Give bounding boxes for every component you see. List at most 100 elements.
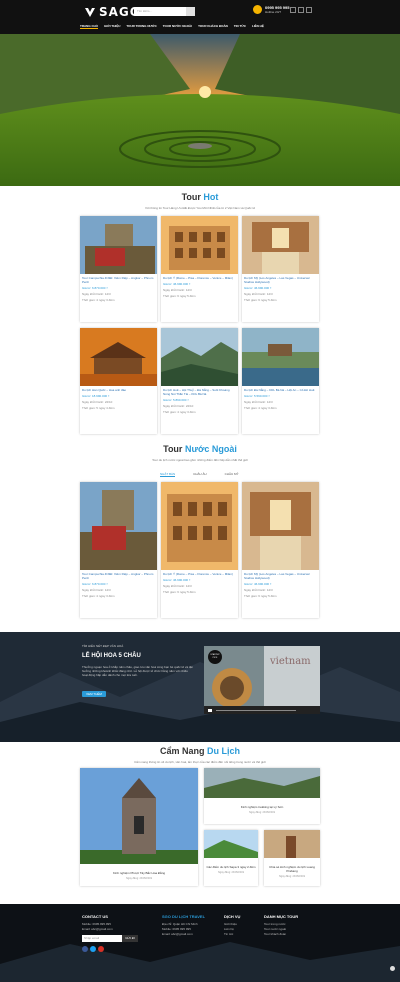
- tour-card[interactable]: Du lịch Huế – Hội Thuỷ – Đà Nẵng – Suối …: [161, 328, 238, 434]
- footer-category: DANH MỤC TOUR Tour trong nước Tour nước …: [264, 914, 298, 937]
- logo[interactable]: SAGO: [84, 5, 141, 19]
- footer-service-link[interactable]: Tin tức: [224, 932, 240, 937]
- newsletter-email-input[interactable]: Nhập email GỬI ĐI: [82, 935, 138, 942]
- tab-europe[interactable]: CHÂU ÂU: [193, 472, 207, 477]
- scroll-top-icon[interactable]: [390, 966, 395, 971]
- tour-duration: Thời gian: 6 ngày 5 đêm: [244, 298, 277, 302]
- tour-name[interactable]: Du lịch Huế – Hội Thuỷ – Đà Nẵng – Suối …: [161, 386, 238, 396]
- tour-name[interactable]: Du lịch Mỹ (Los Angeles – Las Vegas – Un…: [242, 274, 319, 284]
- nav-home[interactable]: TRANG CHỦ: [80, 24, 98, 29]
- guide-title: Cẩm Nang Du Lịch: [0, 746, 400, 756]
- tour-card[interactable]: Du lịch Mỹ (Los Angeles – Las Vegas – Un…: [242, 216, 319, 322]
- nav-about[interactable]: GIỚI THIỆU: [104, 24, 120, 29]
- guide-caption[interactable]: Kinh nghiệm trekking tại Lý Sơn: [204, 803, 320, 811]
- search-button[interactable]: [186, 7, 195, 16]
- title-highlight: Du Lịch: [207, 746, 241, 756]
- title-part: Cẩm Nang: [159, 746, 205, 756]
- site-footer: CONTACT US Mobile: 0995.995.995 Email: a…: [0, 904, 400, 982]
- tour-duration: Thời gian: 6 ngày 5 đêm: [163, 590, 196, 594]
- guide-caption[interactable]: Chia sẻ kinh nghiệm du lịch Luang Praban…: [264, 863, 320, 875]
- tour-image: [242, 328, 319, 386]
- tour-name[interactable]: Du lịch Ý (Rome – Pisa – Florence – Veni…: [161, 274, 238, 280]
- phone-icon: [253, 5, 262, 14]
- newsletter-submit-button[interactable]: GỬI ĐI: [122, 935, 138, 942]
- tour-name[interactable]: Tour Campuchia 4N3Đ: Xiêm Riệp – Angkor …: [80, 274, 157, 284]
- footer-contact: CONTACT US Mobile: 0995.995.995 Email: a…: [82, 914, 138, 952]
- church-image: [80, 768, 198, 864]
- tab-america[interactable]: CHÂU MỸ: [225, 472, 239, 477]
- guide-card[interactable]: Kinh nghiệm trekking tại Lý Sơn Ngày đăn…: [204, 768, 320, 824]
- tour-duration: Thời gian: 4 ngày 3 đêm: [244, 406, 277, 410]
- tour-duration: Thời gian: 4 ngày 3 đêm: [82, 594, 115, 598]
- facebook-icon[interactable]: [82, 946, 88, 952]
- twitter-icon[interactable]: [298, 7, 304, 13]
- email-placeholder: Nhập email: [84, 936, 100, 940]
- guide-card[interactable]: Các điểm du lịch Sapa 3 ngày 2 đêm Ngày …: [204, 830, 258, 886]
- tab-japan[interactable]: NHẬT BẢN: [160, 472, 176, 477]
- tour-name[interactable]: Du lịch Ý (Rome – Pisa – Florence – Veni…: [161, 570, 238, 576]
- tour-duration: Thời gian: 4 ngày 3 đêm: [82, 298, 115, 302]
- footer-service: DỊCH VỤ Giới thiệu Liên hệ Tin tức: [224, 914, 240, 937]
- footer-travel-title: SGO DU LỊCH TRAVEL: [162, 914, 206, 919]
- guide-date: Ngày đăng: 23/05/2019: [218, 871, 244, 874]
- tour-foreign-subtitle: Tour du lịch nước ngoài bao gồm những đi…: [152, 458, 248, 462]
- site-header: SAGO Tìm kiếm... 0995 995 995 Hotline 24…: [0, 0, 400, 34]
- nav-foreign[interactable]: TOUR NƯỚC NGOÀI: [163, 24, 192, 29]
- tour-duration: Thời gian: 6 ngày 5 đêm: [244, 594, 277, 598]
- youtube-icon[interactable]: [306, 7, 312, 13]
- tour-image: [242, 216, 319, 274]
- footer-service-title: DỊCH VỤ: [224, 914, 241, 919]
- footer-category-link[interactable]: Tour khách đoàn: [264, 932, 298, 937]
- festival-video[interactable]: vietnam STARTUP PICK: [204, 646, 320, 714]
- tour-name[interactable]: Tour Campuchia 4N3Đ: Xiêm Riệp – Angkor …: [80, 570, 157, 580]
- tour-hot-title: Tour Hot: [0, 192, 400, 202]
- tour-card[interactable]: Du lịch Ý (Rome – Pisa – Florence – Veni…: [161, 216, 238, 322]
- search-input[interactable]: Tìm kiếm...: [134, 7, 192, 16]
- guide-caption[interactable]: Các điểm du lịch Sapa 3 ngày 2 đêm: [204, 863, 258, 871]
- trekking-image: [204, 768, 320, 798]
- sapa-image: [204, 830, 258, 858]
- tour-name[interactable]: Du lịch Đà Nẵng – KDL Bà Nà – Hội An – C…: [242, 386, 319, 392]
- footer-travel: SGO DU LỊCH TRAVEL Địa chỉ: Quận Hồ Chí …: [162, 914, 205, 937]
- guide-caption[interactable]: Kinh nghiệm Phượt Tây Bắc Hoa Đẳng: [80, 869, 198, 877]
- festival-description: Thưởng ngoạn hoa ở khắp năm châu, giao l…: [82, 665, 194, 677]
- guide-date: Ngày đăng: 23/05/2019: [126, 877, 152, 880]
- video-logo: STARTUP PICK: [208, 650, 222, 664]
- header-social: [290, 7, 312, 13]
- nav-contact[interactable]: LIÊN HỆ: [252, 24, 264, 29]
- nav-news[interactable]: TIN TỨC: [234, 24, 246, 29]
- luang-prabang-image: [264, 830, 320, 858]
- nav-domestic[interactable]: TOUR TRONG NƯỚC: [126, 24, 156, 29]
- title-part: Tour: [181, 192, 201, 202]
- hero-banner: [0, 34, 400, 186]
- tour-card[interactable]: Tour Campuchia 4N3Đ: Xiêm Riệp – Angkor …: [80, 216, 157, 322]
- twitter-icon[interactable]: [90, 946, 96, 952]
- hotline[interactable]: 0995 995 995 Hotline 24/7: [253, 5, 289, 14]
- tour-card[interactable]: Du lịch Ý (Rome – Pisa – Florence – Veni…: [161, 482, 238, 618]
- festival-label: TÌM HIỂU NÉT ĐẸP VĂN HOÁ: [82, 644, 124, 648]
- tour-image: [80, 216, 157, 274]
- tour-image: [161, 216, 238, 274]
- tour-card[interactable]: Du lịch Hàn Quốc – Hoa anh đào Giá từ: 1…: [80, 328, 157, 434]
- hotline-sub: Hotline 24/7: [265, 10, 282, 14]
- title-highlight: Nước Ngoài: [184, 444, 237, 454]
- nav-group[interactable]: TOUR KHÁCH ĐOÀN: [198, 24, 228, 29]
- logo-mark-icon: [85, 8, 95, 17]
- guide-date: Ngày đăng: 23/05/2019: [249, 811, 275, 814]
- google-plus-icon[interactable]: [98, 946, 104, 952]
- festival-more-button[interactable]: XEM THÊM: [82, 691, 106, 697]
- tour-card[interactable]: Du lịch Đà Nẵng – KDL Bà Nà – Hội An – C…: [242, 328, 319, 434]
- tour-image: [161, 482, 238, 570]
- tour-card[interactable]: Tour Campuchia 4N3Đ: Xiêm Riệp – Angkor …: [80, 482, 157, 618]
- footer-category-title: DANH MỤC TOUR: [264, 914, 299, 919]
- tour-foreign-title: Tour Nước Ngoài: [0, 444, 400, 454]
- festival-title: LỄ HỘI HOA 5 CHÂU: [82, 653, 141, 659]
- guide-card[interactable]: Chia sẻ kinh nghiệm du lịch Luang Praban…: [264, 830, 320, 886]
- guide-card[interactable]: Kinh nghiệm Phượt Tây Bắc Hoa Đẳng Ngày …: [80, 768, 198, 886]
- tour-card[interactable]: Du lịch Mỹ (Los Angeles – Las Vegas – Un…: [242, 482, 319, 618]
- main-nav: TRANG CHỦ GIỚI THIỆU TOUR TRONG NƯỚC TOU…: [80, 24, 264, 29]
- facebook-icon[interactable]: [290, 7, 296, 13]
- tour-name[interactable]: Du lịch Mỹ (Los Angeles – Las Vegas – Un…: [242, 570, 319, 580]
- footer-travel-line: Email: abc@gmail.com: [162, 932, 193, 936]
- tour-image: [80, 328, 157, 386]
